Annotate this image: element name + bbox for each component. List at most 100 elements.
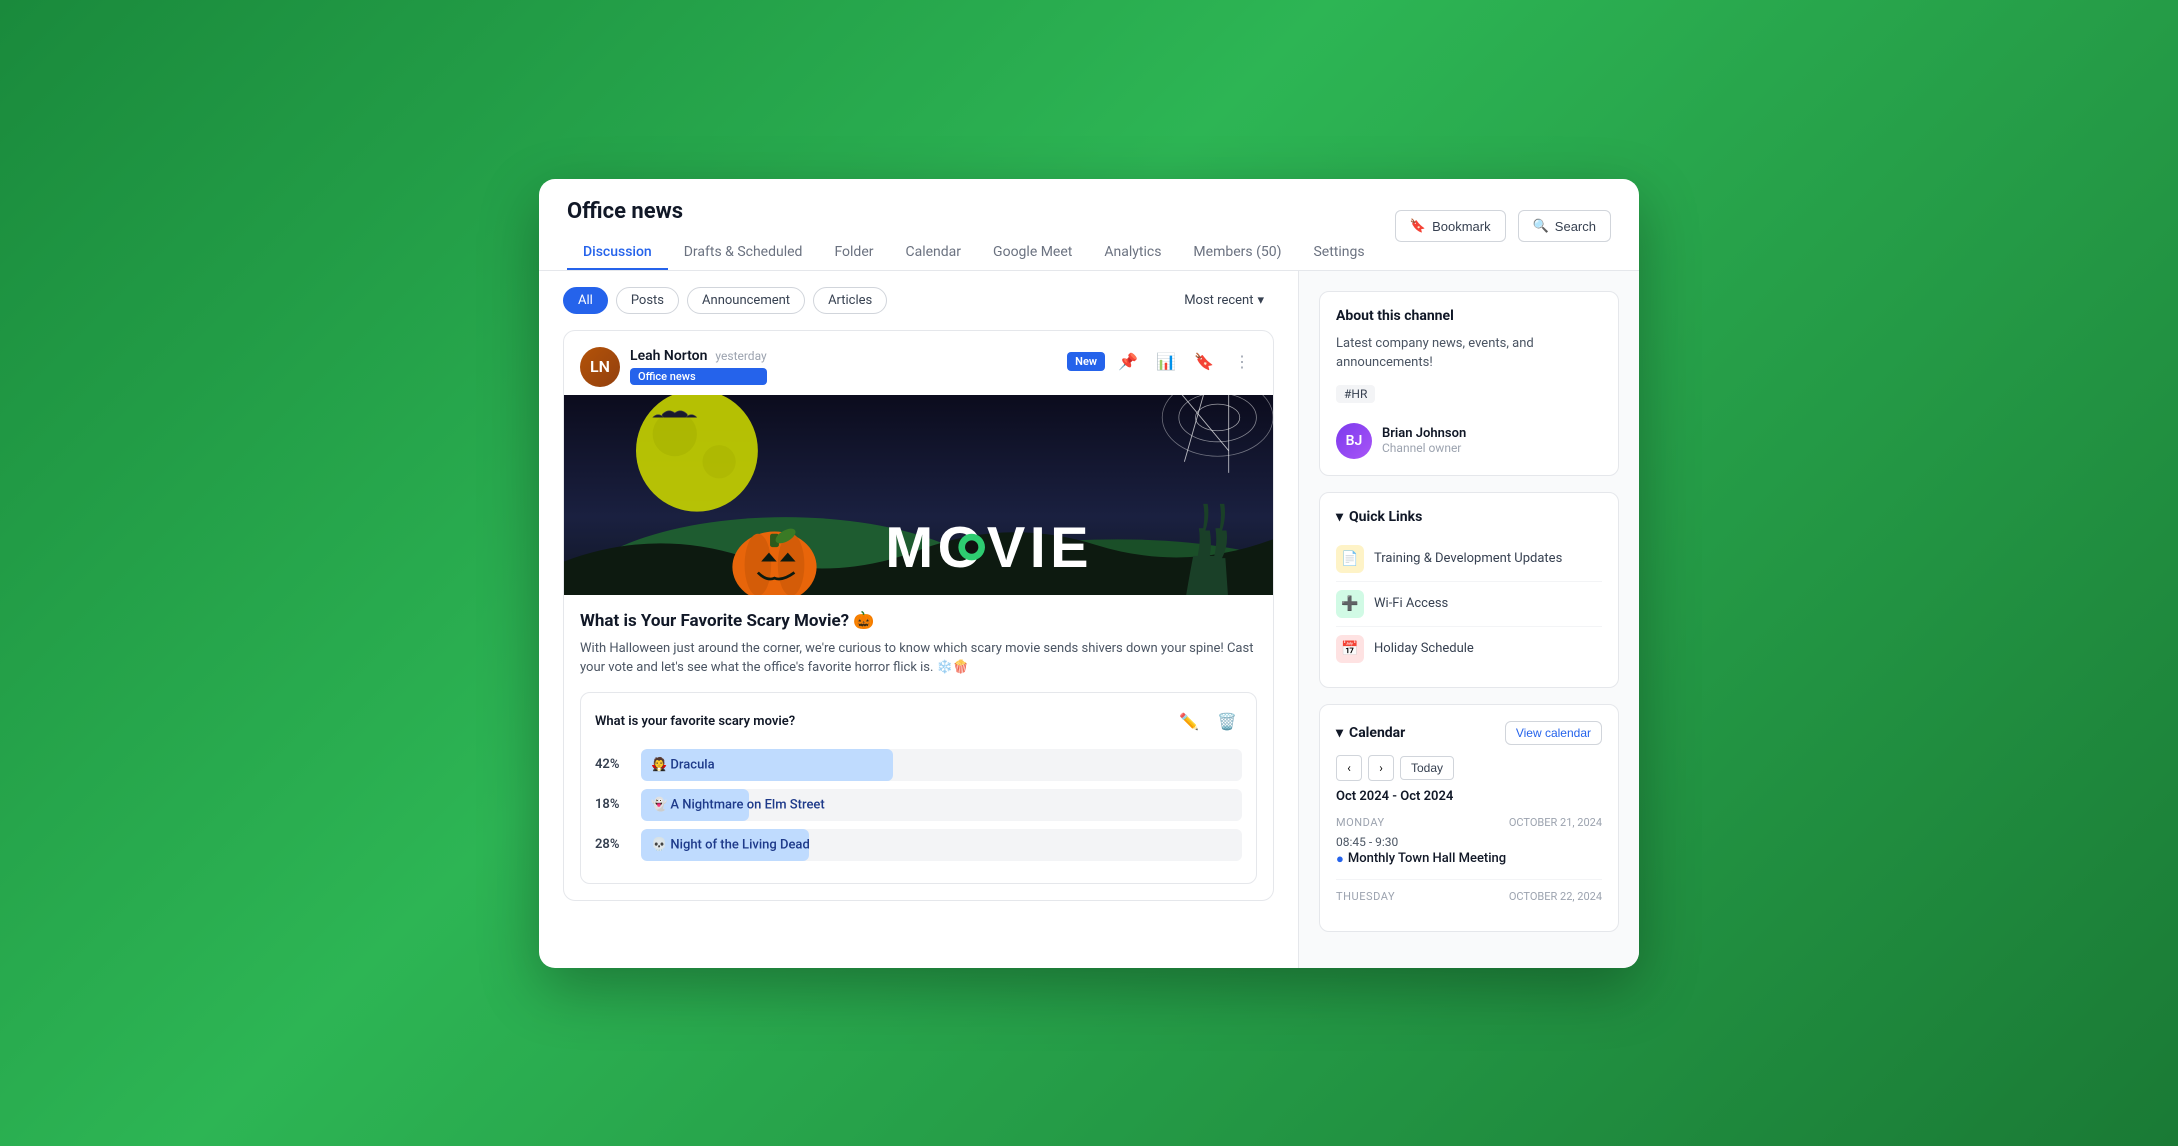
poll-bar-label: 👻 A Nightmare on Elm Street — [651, 797, 825, 812]
cal-event-title: ●Monthly Town Hall Meeting — [1336, 851, 1602, 867]
main-content: All Posts Announcement Articles Most recent… — [539, 271, 1639, 968]
app-container: Office news DiscussionDrafts & Scheduled… — [539, 179, 1639, 968]
poll-option[interactable]: 28% 💀 Night of the Living Dead — [595, 829, 1242, 861]
filter-chips: All Posts Announcement Articles — [563, 287, 887, 314]
today-button[interactable]: Today — [1400, 756, 1454, 780]
chevron-down-icon: ▾ — [1257, 293, 1264, 308]
nav-tab-folder[interactable]: Folder — [818, 236, 889, 270]
header-actions: 🔖 Bookmark 🔍 Search — [1395, 210, 1611, 258]
poll-bar-wrap: 🧛 Dracula — [641, 749, 1242, 781]
post-card: LN Leah Norton yesterday Office news New — [563, 330, 1274, 901]
quick-links-title: Quick Links — [1349, 509, 1422, 525]
bookmark-post-button[interactable]: 🔖 — [1189, 347, 1219, 377]
calendar-prev-button[interactable]: ‹ — [1336, 755, 1362, 781]
analytics-button[interactable]: 📊 — [1151, 347, 1181, 377]
owner-info: Brian Johnson Channel owner — [1382, 426, 1466, 455]
delete-poll-button[interactable]: 🗑️ — [1212, 707, 1242, 737]
quick-link-icon: ➕ — [1336, 590, 1364, 618]
nav-tab-google-meet[interactable]: Google Meet — [977, 236, 1088, 270]
post-time: yesterday — [715, 349, 766, 363]
channel-tag: Office news — [630, 368, 767, 385]
channel-description: Latest company news, events, and announc… — [1336, 334, 1602, 373]
calendar-title: Calendar — [1349, 725, 1405, 741]
poll-pct: 18% — [595, 797, 631, 812]
owner-name: Brian Johnson — [1382, 426, 1466, 441]
cal-day-name: THUESDAY — [1336, 890, 1395, 903]
pin-button[interactable]: 📌 — [1113, 347, 1143, 377]
post-author: LN Leah Norton yesterday Office news — [580, 347, 767, 387]
filter-chip-all[interactable]: All — [563, 287, 608, 314]
filter-chip-announcement[interactable]: Announcement — [687, 287, 805, 314]
owner-initials: BJ — [1346, 433, 1363, 449]
feed-section: All Posts Announcement Articles Most recent… — [539, 271, 1299, 968]
calendar-section: ▾ Calendar View calendar ‹ › Today Oct 2… — [1319, 704, 1619, 932]
cal-event[interactable]: 08:45 - 9:30 ●Monthly Town Hall Meeting — [1336, 835, 1602, 867]
bookmark-label: Bookmark — [1432, 219, 1491, 234]
owner-avatar: BJ — [1336, 423, 1372, 459]
cal-day-date: OCTOBER 21, 2024 — [1509, 816, 1602, 829]
cal-day-section: THUESDAY OCTOBER 22, 2024 — [1336, 879, 1602, 903]
post-actions: New 📌 📊 🔖 ⋮ — [1067, 347, 1257, 377]
view-calendar-button[interactable]: View calendar — [1505, 721, 1602, 745]
poll-options: 42% 🧛 Dracula 18% 👻 A Nightmare on Elm S… — [595, 749, 1242, 861]
poll-bar-wrap: 👻 A Nightmare on Elm Street — [641, 789, 1242, 821]
quick-link-icon: 📅 — [1336, 635, 1364, 663]
search-label: Search — [1555, 219, 1596, 234]
poll-question: What is your favorite scary movie? ✏️ 🗑️ — [595, 707, 1242, 737]
owner-row: BJ Brian Johnson Channel owner — [1336, 423, 1602, 459]
calendar-nav: ‹ › Today — [1336, 755, 1602, 781]
nav-tab-members-(50)[interactable]: Members (50) — [1177, 236, 1297, 270]
nav-tab-discussion[interactable]: Discussion — [567, 236, 668, 270]
bookmark-icon: 🔖 — [1410, 218, 1426, 234]
cal-day-header: MONDAY OCTOBER 21, 2024 — [1336, 816, 1602, 829]
calendar-collapse-icon: ▾ — [1336, 725, 1343, 741]
quick-link-item[interactable]: ➕ Wi-Fi Access — [1336, 582, 1602, 627]
poll-container: What is your favorite scary movie? ✏️ 🗑️… — [580, 692, 1257, 884]
about-section: About this channel Latest company news, … — [1319, 291, 1619, 476]
post-title: What is Your Favorite Scary Movie? 🎃 — [580, 611, 1257, 631]
nav-tab-drafts-&-scheduled[interactable]: Drafts & Scheduled — [668, 236, 819, 270]
channel-hashtag: #HR — [1336, 385, 1375, 403]
quick-link-icon: 📄 — [1336, 545, 1364, 573]
nav-tab-analytics[interactable]: Analytics — [1088, 236, 1177, 270]
cal-day-section: MONDAY OCTOBER 21, 2024 08:45 - 9:30 ●Mo… — [1336, 816, 1602, 867]
calendar-events: MONDAY OCTOBER 21, 2024 08:45 - 9:30 ●Mo… — [1336, 816, 1602, 903]
calendar-header: ▾ Calendar View calendar — [1336, 721, 1602, 745]
quick-link-item[interactable]: 📄 Training & Development Updates — [1336, 537, 1602, 582]
quick-link-label: Holiday Schedule — [1374, 641, 1474, 656]
filter-chip-articles[interactable]: Articles — [813, 287, 887, 314]
calendar-title-row: ▾ Calendar — [1336, 725, 1405, 741]
nav-tab-calendar[interactable]: Calendar — [890, 236, 978, 270]
calendar-next-button[interactable]: › — [1368, 755, 1394, 781]
new-badge: New — [1067, 352, 1105, 371]
calendar-range: Oct 2024 - Oct 2024 — [1336, 789, 1602, 804]
search-icon: 🔍 — [1533, 218, 1549, 234]
cal-day-date: OCTOBER 22, 2024 — [1509, 890, 1602, 903]
post-header: LN Leah Norton yesterday Office news New — [564, 331, 1273, 395]
search-button[interactable]: 🔍 Search — [1518, 210, 1611, 242]
poll-pct: 28% — [595, 837, 631, 852]
sidebar: About this channel Latest company news, … — [1299, 271, 1639, 968]
poll-pct: 42% — [595, 757, 631, 772]
edit-poll-button[interactable]: ✏️ — [1174, 707, 1204, 737]
bookmark-button[interactable]: 🔖 Bookmark — [1395, 210, 1506, 242]
cal-day-header: THUESDAY OCTOBER 22, 2024 — [1336, 890, 1602, 903]
filter-chip-posts[interactable]: Posts — [616, 287, 679, 314]
sort-button[interactable]: Most recent ▾ — [1174, 288, 1274, 313]
avatar: LN — [580, 347, 620, 387]
cal-event-time: 08:45 - 9:30 — [1336, 835, 1602, 849]
author-info: Leah Norton yesterday Office news — [630, 348, 767, 385]
more-options-button[interactable]: ⋮ — [1227, 347, 1257, 377]
post-body: What is Your Favorite Scary Movie? 🎃 Wit… — [564, 595, 1273, 900]
poll-option[interactable]: 18% 👻 A Nightmare on Elm Street — [595, 789, 1242, 821]
about-title: About this channel — [1336, 308, 1602, 324]
poll-icons: ✏️ 🗑️ — [1174, 707, 1242, 737]
quick-links-header[interactable]: ▾ Quick Links — [1336, 509, 1602, 525]
nav-tab-settings[interactable]: Settings — [1297, 236, 1380, 270]
quick-link-item[interactable]: 📅 Holiday Schedule — [1336, 627, 1602, 671]
post-text: With Halloween just around the corner, w… — [580, 639, 1257, 678]
poll-bar-wrap: 💀 Night of the Living Dead — [641, 829, 1242, 861]
poll-option[interactable]: 42% 🧛 Dracula — [595, 749, 1242, 781]
filter-bar: All Posts Announcement Articles Most recent… — [563, 287, 1274, 314]
quick-links-section: ▾ Quick Links 📄 Training & Development U… — [1319, 492, 1619, 688]
